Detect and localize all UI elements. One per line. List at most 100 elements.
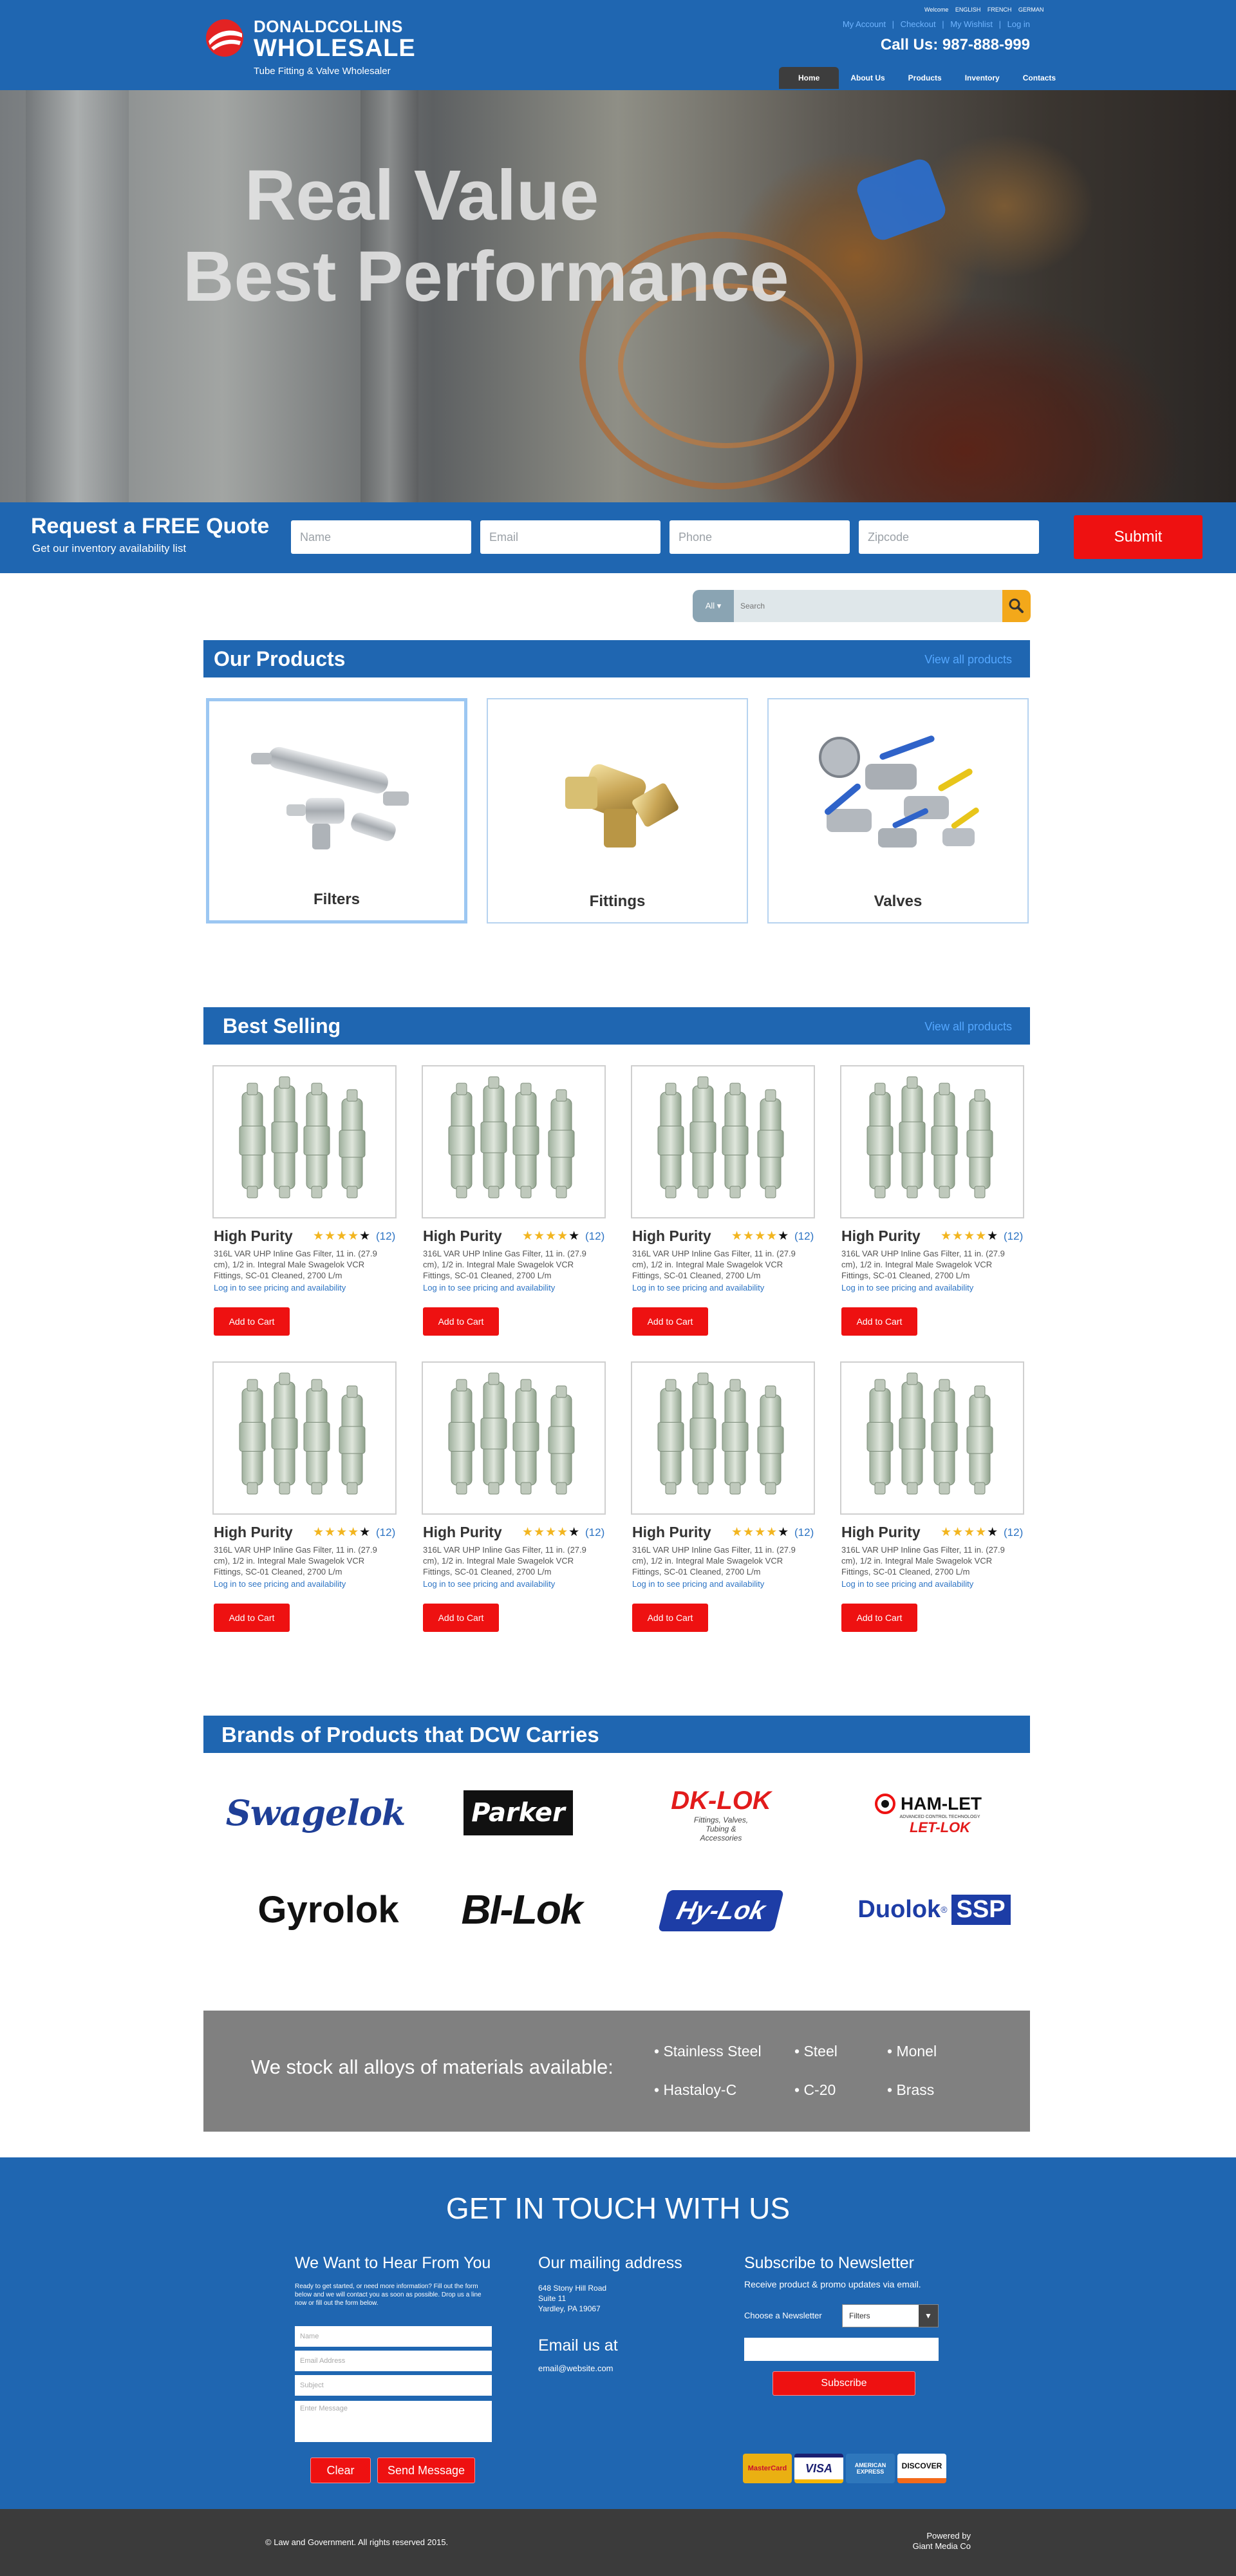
brand-logo-bilok[interactable]: BI-Lok bbox=[451, 1880, 592, 1938]
newsletter-email-input[interactable] bbox=[744, 2338, 939, 2361]
review-count[interactable]: (12) bbox=[1004, 1526, 1023, 1539]
login-for-pricing-link[interactable]: Log in to see pricing and availability bbox=[423, 1579, 555, 1589]
powered-by-company[interactable]: Giant Media Co bbox=[876, 2541, 971, 2552]
login-for-pricing-link[interactable]: Log in to see pricing and availability bbox=[632, 1579, 764, 1589]
product-name[interactable]: High Purity bbox=[423, 1227, 502, 1245]
review-count[interactable]: (12) bbox=[376, 1230, 395, 1243]
product-image[interactable] bbox=[212, 1065, 397, 1218]
contact-email-link[interactable]: email@website.com bbox=[538, 2363, 613, 2373]
add-to-cart-button[interactable]: Add to Cart bbox=[214, 1604, 290, 1632]
product-card[interactable]: High Purity ★★★★★ (12) 316L VAR UHP Inline … bbox=[420, 1361, 607, 1645]
category-card-fittings[interactable]: Fittings bbox=[487, 698, 748, 923]
add-to-cart-button[interactable]: Add to Cart bbox=[214, 1307, 290, 1336]
product-card[interactable]: High Purity ★★★★★ (12) 316L VAR UHP Inline … bbox=[211, 1361, 398, 1645]
quote-submit-button[interactable]: Submit bbox=[1074, 515, 1203, 559]
wishlist-link[interactable]: My Wishlist bbox=[950, 19, 993, 29]
product-name[interactable]: High Purity bbox=[214, 1524, 293, 1541]
product-image[interactable] bbox=[212, 1361, 397, 1515]
nav-home[interactable]: Home bbox=[779, 67, 839, 89]
lang-french[interactable]: FRENCH bbox=[988, 6, 1012, 13]
category-card-valves[interactable]: Valves bbox=[767, 698, 1029, 923]
product-card[interactable]: High Purity ★★★★★ (12) 316L VAR UHP Inline … bbox=[211, 1065, 398, 1349]
product-image[interactable] bbox=[422, 1361, 606, 1515]
alloy-item: • C-20 bbox=[794, 2081, 836, 2098]
search-input[interactable] bbox=[734, 590, 1002, 622]
product-name[interactable]: High Purity bbox=[841, 1524, 921, 1541]
search-button[interactable] bbox=[1002, 590, 1031, 622]
view-all-products-link[interactable]: View all products bbox=[924, 653, 1012, 667]
contact-name-input[interactable] bbox=[295, 2326, 492, 2347]
clear-button[interactable]: Clear bbox=[310, 2458, 371, 2483]
review-count[interactable]: (12) bbox=[794, 1526, 814, 1539]
category-card-filters[interactable]: Filters bbox=[206, 698, 467, 923]
product-card[interactable]: High Purity ★★★★★ (12) 316L VAR UHP Inline … bbox=[839, 1065, 1025, 1349]
checkout-link[interactable]: Checkout bbox=[901, 19, 936, 29]
contact-message-textarea[interactable] bbox=[295, 2401, 492, 2442]
nav-products[interactable]: Products bbox=[897, 67, 953, 89]
product-description: 316L VAR UHP Inline Gas Filter, 11 in. (… bbox=[632, 1545, 796, 1577]
product-image[interactable] bbox=[422, 1065, 606, 1218]
login-for-pricing-link[interactable]: Log in to see pricing and availability bbox=[841, 1579, 973, 1589]
review-count[interactable]: (12) bbox=[794, 1230, 814, 1243]
review-count[interactable]: (12) bbox=[585, 1230, 604, 1243]
login-for-pricing-link[interactable]: Log in to see pricing and availability bbox=[214, 1579, 346, 1589]
site-logo[interactable]: DONALDCOLLINS WHOLESALE Tube Fitting & V… bbox=[205, 15, 415, 80]
quote-email-input[interactable] bbox=[480, 520, 660, 554]
product-image[interactable] bbox=[840, 1065, 1024, 1218]
lang-german[interactable]: GERMAN bbox=[1018, 6, 1044, 13]
send-message-button[interactable]: Send Message bbox=[377, 2458, 475, 2483]
product-image[interactable] bbox=[631, 1361, 815, 1515]
product-description: 316L VAR UHP Inline Gas Filter, 11 in. (… bbox=[214, 1545, 377, 1577]
subscribe-button[interactable]: Subscribe bbox=[772, 2371, 915, 2396]
nav-inventory[interactable]: Inventory bbox=[953, 67, 1011, 89]
nav-contacts[interactable]: Contacts bbox=[1011, 67, 1067, 89]
product-card[interactable]: High Purity ★★★★★ (12) 316L VAR UHP Inline … bbox=[630, 1361, 816, 1645]
product-card[interactable]: High Purity ★★★★★ (12) 316L VAR UHP Inline … bbox=[839, 1361, 1025, 1645]
newsletter-select[interactable]: Filters ▼ bbox=[842, 2304, 939, 2327]
brand-logo-swagelok[interactable]: Swagelok bbox=[226, 1784, 406, 1842]
product-name[interactable]: High Purity bbox=[214, 1227, 293, 1245]
add-to-cart-button[interactable]: Add to Cart bbox=[632, 1604, 708, 1632]
add-to-cart-button[interactable]: Add to Cart bbox=[423, 1604, 499, 1632]
add-to-cart-button[interactable]: Add to Cart bbox=[841, 1604, 917, 1632]
add-to-cart-button[interactable]: Add to Cart bbox=[423, 1307, 499, 1336]
product-name[interactable]: High Purity bbox=[423, 1524, 502, 1541]
product-image[interactable] bbox=[840, 1361, 1024, 1515]
view-all-products-link[interactable]: View all products bbox=[924, 1020, 1012, 1034]
brand-logo-hylok[interactable]: Hy-Lok bbox=[658, 1890, 784, 1931]
brand-name: BI-Lok bbox=[461, 1886, 583, 1933]
login-for-pricing-link[interactable]: Log in to see pricing and availability bbox=[841, 1283, 973, 1293]
product-card[interactable]: High Purity ★★★★★ (12) 316L VAR UHP Inline … bbox=[420, 1065, 607, 1349]
brand-logo-hamlet[interactable]: HAM-LET ADVANCED CONTROL TECHNOLOGY LET-… bbox=[863, 1785, 991, 1843]
logo-tagline: Tube Fitting & Valve Wholesaler bbox=[254, 66, 391, 77]
product-name[interactable]: High Purity bbox=[632, 1227, 711, 1245]
product-description: 316L VAR UHP Inline Gas Filter, 11 in. (… bbox=[632, 1249, 796, 1280]
contact-subject-input[interactable] bbox=[295, 2375, 492, 2396]
quote-name-input[interactable] bbox=[291, 520, 471, 554]
product-name[interactable]: High Purity bbox=[841, 1227, 921, 1245]
alloys-banner: We stock all alloys of materials availab… bbox=[203, 2011, 1030, 2132]
brand-logo-duolok-ssp[interactable]: Duolok ® SSP bbox=[841, 1880, 1027, 1938]
login-link[interactable]: Log in bbox=[1007, 19, 1030, 29]
lang-english[interactable]: ENGLISH bbox=[955, 6, 981, 13]
login-for-pricing-link[interactable]: Log in to see pricing and availability bbox=[632, 1283, 764, 1293]
review-count[interactable]: (12) bbox=[376, 1526, 395, 1539]
search-category-select[interactable]: All ▾ bbox=[693, 590, 734, 622]
login-for-pricing-link[interactable]: Log in to see pricing and availability bbox=[214, 1283, 346, 1293]
nav-about-us[interactable]: About Us bbox=[839, 67, 896, 89]
product-card[interactable]: High Purity ★★★★★ (12) 316L VAR UHP Inline … bbox=[630, 1065, 816, 1349]
product-image[interactable] bbox=[631, 1065, 815, 1218]
review-count[interactable]: (12) bbox=[1004, 1230, 1023, 1243]
brand-logo-parker[interactable]: Parker bbox=[464, 1790, 573, 1835]
contact-email-input[interactable] bbox=[295, 2351, 492, 2371]
my-account-link[interactable]: My Account bbox=[843, 19, 886, 29]
quote-phone-input[interactable] bbox=[670, 520, 850, 554]
quote-zipcode-input[interactable] bbox=[859, 520, 1039, 554]
add-to-cart-button[interactable]: Add to Cart bbox=[841, 1307, 917, 1336]
login-for-pricing-link[interactable]: Log in to see pricing and availability bbox=[423, 1283, 555, 1293]
brand-logo-gyrolok[interactable]: Gyrolok bbox=[232, 1880, 425, 1938]
brand-logo-dklok[interactable]: DK-LOK Fittings, Valves, Tubing & Access… bbox=[663, 1785, 779, 1843]
product-name[interactable]: High Purity bbox=[632, 1524, 711, 1541]
review-count[interactable]: (12) bbox=[585, 1526, 604, 1539]
add-to-cart-button[interactable]: Add to Cart bbox=[632, 1307, 708, 1336]
